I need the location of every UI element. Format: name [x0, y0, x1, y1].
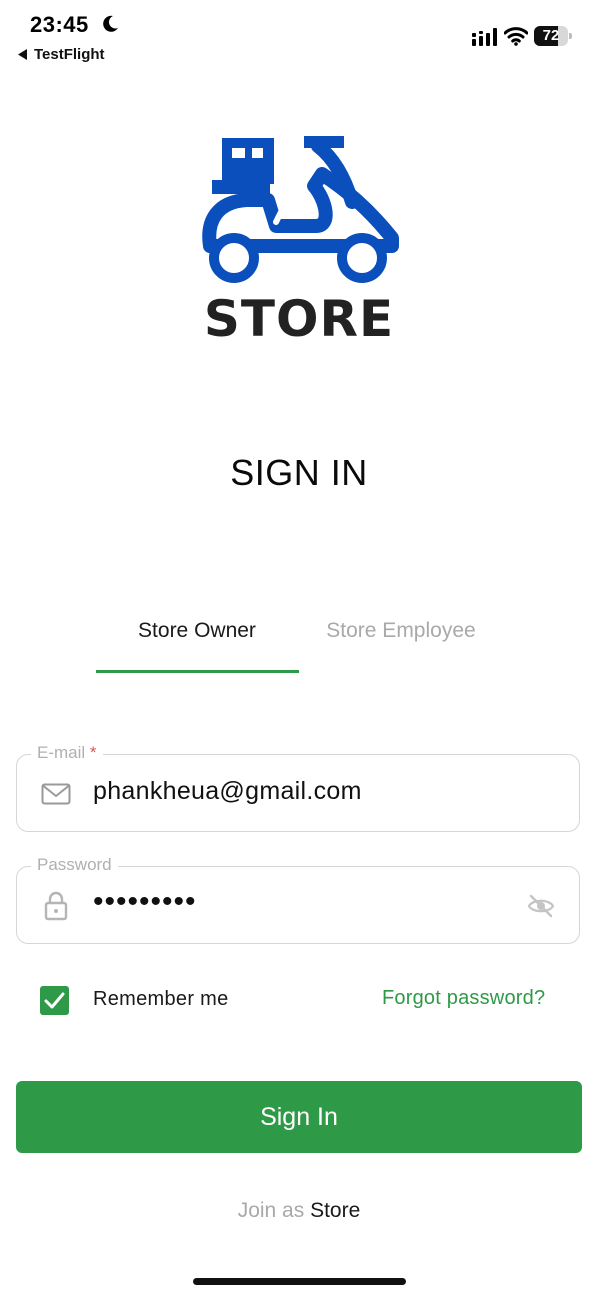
- page-title: SIGN IN: [230, 452, 368, 493]
- join-as-row: Join as Store: [0, 1199, 598, 1223]
- email-value: phankheua@gmail.com: [93, 777, 362, 805]
- sign-in-button[interactable]: Sign In: [16, 1081, 582, 1153]
- status-time: 23:45: [30, 12, 89, 37]
- battery-indicator: 72: [534, 26, 572, 46]
- back-triangle-icon: [18, 49, 27, 60]
- scooter-logo-icon: [202, 136, 399, 283]
- tab-store-employee[interactable]: Store Employee: [300, 619, 502, 643]
- remember-me-label[interactable]: Remember me: [93, 988, 229, 1011]
- back-to-app-link[interactable]: TestFlight: [18, 46, 105, 63]
- wifi-icon: [504, 27, 528, 46]
- email-field[interactable]: E-mail * phankheua@gmail.com: [16, 743, 580, 832]
- active-tab-indicator: [96, 670, 299, 673]
- mail-icon: [41, 783, 71, 805]
- tab-store-owner[interactable]: Store Owner: [96, 619, 298, 643]
- join-prefix: Join as: [237, 1199, 305, 1222]
- eye-off-icon[interactable]: [527, 893, 555, 919]
- email-label: E-mail *: [31, 743, 103, 763]
- lock-icon: [44, 891, 68, 921]
- battery-percent: 72: [542, 27, 560, 44]
- cellular-signal-icon: [472, 28, 497, 46]
- join-store-link[interactable]: Store: [310, 1199, 360, 1222]
- password-field[interactable]: Password •••••••••: [16, 855, 580, 944]
- forgot-password-link[interactable]: Forgot password?: [382, 987, 545, 1010]
- required-mark: *: [89, 743, 97, 762]
- moon-icon: [103, 15, 118, 32]
- check-icon: [44, 992, 65, 1009]
- password-value: •••••••••: [93, 885, 197, 918]
- remember-me-checkbox[interactable]: [40, 986, 69, 1015]
- home-indicator: [193, 1278, 406, 1285]
- logo-wordmark: STORE: [203, 290, 395, 348]
- password-label: Password: [31, 855, 118, 875]
- back-app-label: TestFlight: [34, 46, 105, 63]
